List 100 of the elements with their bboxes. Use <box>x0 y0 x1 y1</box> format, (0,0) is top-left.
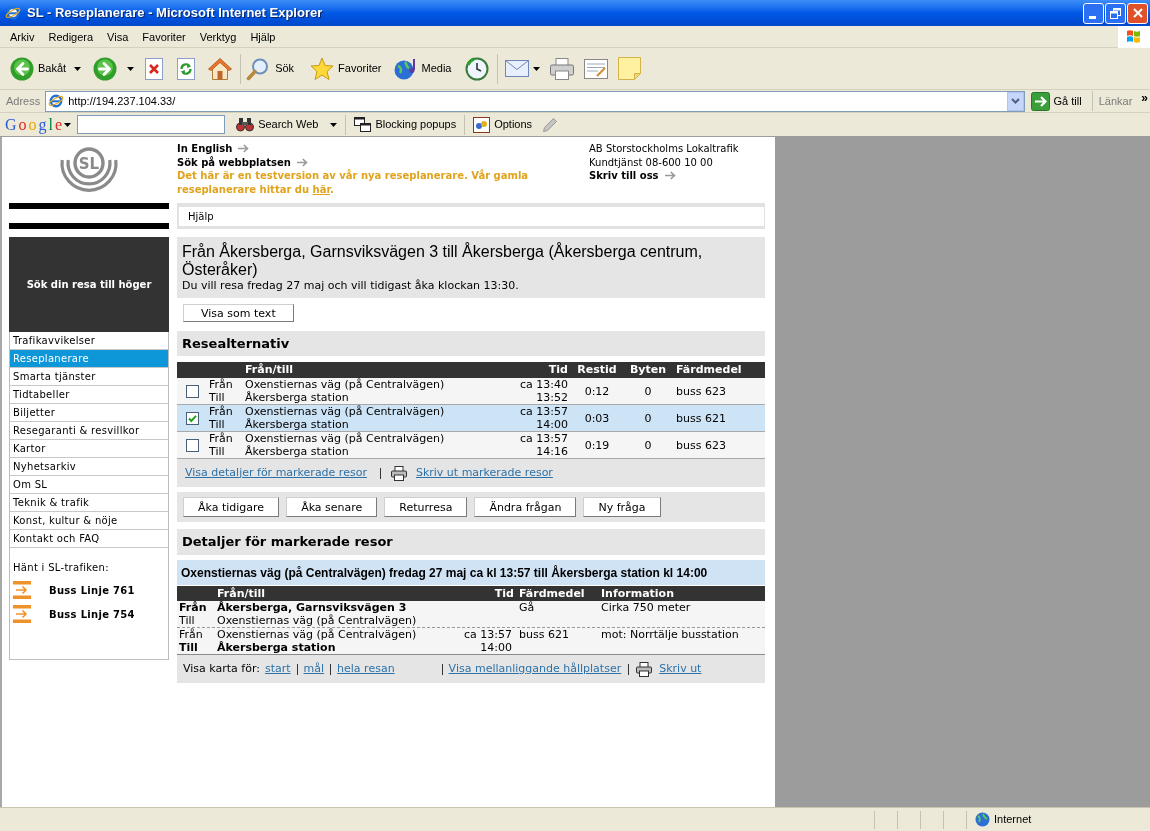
text-view-button[interactable]: Visa som text <box>183 304 294 322</box>
stop-name: Oxenstiernas väg (på Centralvägen) <box>217 614 417 627</box>
departure-time: ca 13:40 <box>520 378 568 391</box>
departure-time: ca 13:57 <box>520 405 568 418</box>
pencil-icon[interactable] <box>542 116 559 133</box>
menu-item[interactable]: Favoriter <box>135 27 193 46</box>
news-link[interactable]: Buss Linje 761 <box>49 582 135 598</box>
chevron-down-icon <box>1010 98 1020 104</box>
journey-title: Från Åkersberga, Garnsviksvägen 3 till Åkersberga (Åkersberga centrum, Österåker) <box>182 243 704 279</box>
menu-item[interactable]: Redigera <box>41 27 101 46</box>
search-web-button[interactable]: Search Web <box>236 116 319 133</box>
caret-icon[interactable] <box>533 66 541 71</box>
action-button[interactable]: Åka senare <box>286 497 378 517</box>
caret-icon[interactable] <box>127 66 135 71</box>
address-field[interactable]: http://194.237.104.33/ <box>45 90 1025 112</box>
media-button[interactable]: Media <box>391 51 454 86</box>
google-menu-button[interactable]: Google <box>5 116 72 133</box>
search-field[interactable] <box>77 115 226 134</box>
print-link[interactable]: Skriv ut markerade resor <box>415 464 553 482</box>
action-button[interactable]: Returresa <box>384 497 468 517</box>
promo-text: Sök din resa till höger <box>26 278 152 292</box>
news-heading: Hänt i SL-trafiken: <box>13 562 109 573</box>
map-link[interactable]: hela resan <box>337 660 395 678</box>
popup-blocker-button[interactable]: Blocking popups <box>354 116 457 133</box>
checkbox[interactable] <box>186 411 199 425</box>
column-header: Färdmedel <box>676 363 742 376</box>
travel-mode: buss 621 <box>519 628 569 641</box>
minimize-button[interactable] <box>1083 2 1104 24</box>
go-button[interactable]: Gå till <box>1028 90 1084 112</box>
header-link[interactable]: Sök på webbplatsen <box>177 155 291 170</box>
column-header: Färdmedel <box>519 587 585 600</box>
window-title: SL - Reseplanerare - Microsoft Internet Explorer <box>27 4 323 23</box>
stops-link[interactable]: Visa mellanliggande hållplatser <box>448 660 622 678</box>
arrow-icon <box>238 144 250 154</box>
menu-item[interactable]: Visa <box>100 27 136 46</box>
stop-name: Oxenstiernas väg (på Centralvägen) <box>245 405 445 418</box>
restore-button[interactable] <box>1105 2 1126 24</box>
menu-item[interactable]: Arkiv <box>3 27 42 46</box>
page-cross-icon <box>144 56 165 81</box>
to-label: Till <box>179 641 198 654</box>
minimize-icon <box>1089 15 1096 19</box>
leg-info: Cirka 750 meter <box>601 601 691 614</box>
menu-item[interactable]: Hjälp <box>243 27 283 46</box>
caret-icon[interactable] <box>74 66 82 71</box>
header-link[interactable]: In English <box>177 142 233 156</box>
table-row[interactable]: Från Till Oxenstiernas väg (på Centralvägen) Åkersberga station ca 13:57 14:16 0:19 0 buss 623 <box>177 432 765 459</box>
map-link[interactable]: mål <box>303 660 325 678</box>
back-button[interactable]: Bakåt <box>8 51 69 86</box>
section-header: Detaljer för markerade resor <box>177 529 765 555</box>
close-icon <box>1132 8 1143 18</box>
search-button[interactable]: Sök <box>244 51 297 86</box>
table-row[interactable]: Från Till Oxenstiernas väg (på Centralvägen) Åkersberga station ca 13:40 13:52 0:12 0 buss 623 <box>177 378 765 405</box>
column-header: Information <box>601 587 674 600</box>
address-label: Adress <box>6 93 41 109</box>
print-link[interactable]: Skriv ut <box>659 660 702 678</box>
checkbox[interactable] <box>186 384 199 398</box>
departure-time: ca 13:57 <box>464 628 512 641</box>
changes-count: 0 <box>644 384 652 398</box>
options-button[interactable]: Options <box>473 116 533 133</box>
arrival-time: 14:00 <box>480 641 512 654</box>
envelope-icon <box>505 60 530 77</box>
printer-icon <box>636 661 653 677</box>
vehicle-name: buss 621 <box>676 411 726 425</box>
contact-link[interactable]: Skriv till oss <box>589 169 659 183</box>
dropdown-button[interactable] <box>1006 91 1024 111</box>
column-header: Byten <box>629 363 667 376</box>
table-row[interactable]: Från Till Oxenstiernas väg (på Centralvägen) Åkersberga station ca 13:57 14:00 0:03 0 buss 621 <box>177 405 765 432</box>
zone-label: Internet <box>994 812 1032 828</box>
journey-subtitle: Du vill resa fredag 27 maj och vill tidigast åka klockan 13:30. <box>182 279 520 293</box>
action-button[interactable]: Åka tidigare <box>183 497 280 517</box>
column-header: Från/till <box>245 363 294 376</box>
details-link[interactable]: Visa detaljer för markerade resor <box>185 464 367 482</box>
travel-time: 0:03 <box>584 411 610 425</box>
favorites-button[interactable]: Favoriter <box>308 51 384 86</box>
arrival-time: 14:16 <box>536 445 568 458</box>
windows-icon <box>354 117 372 132</box>
changes-count: 0 <box>644 438 652 452</box>
house-icon <box>208 56 233 81</box>
caret-icon[interactable] <box>64 122 72 127</box>
overflow-button[interactable]: » <box>1141 92 1148 104</box>
caret-icon[interactable] <box>330 122 338 127</box>
links-label[interactable]: Länkar <box>1098 92 1133 110</box>
menu-item[interactable]: Verktyg <box>192 27 244 46</box>
trip-summary: Oxenstiernas väg (på Centralvägen) fredag 27 maj ca kl 13:57 till Åkersberga station kl 14:00 <box>177 560 765 585</box>
search-icon <box>246 56 271 81</box>
map-link[interactable]: start <box>264 660 291 678</box>
action-button[interactable]: Ny fråga <box>583 497 661 517</box>
action-button[interactable]: Ändra frågan <box>474 497 577 517</box>
to-label: Till <box>179 614 195 627</box>
travel-time: 0:12 <box>584 384 610 398</box>
options-icon <box>473 116 491 133</box>
to-label: Till <box>209 418 225 431</box>
close-button[interactable] <box>1127 2 1148 24</box>
news-link[interactable]: Buss Linje 754 <box>49 606 135 622</box>
checkbox[interactable] <box>186 438 199 452</box>
help-link[interactable]: Hjälp <box>188 209 214 224</box>
from-label: Från <box>179 601 207 614</box>
star-icon <box>310 56 335 81</box>
from-label: Från <box>209 405 233 418</box>
company-name: AB Storstockholms Lokaltrafik <box>589 143 739 154</box>
